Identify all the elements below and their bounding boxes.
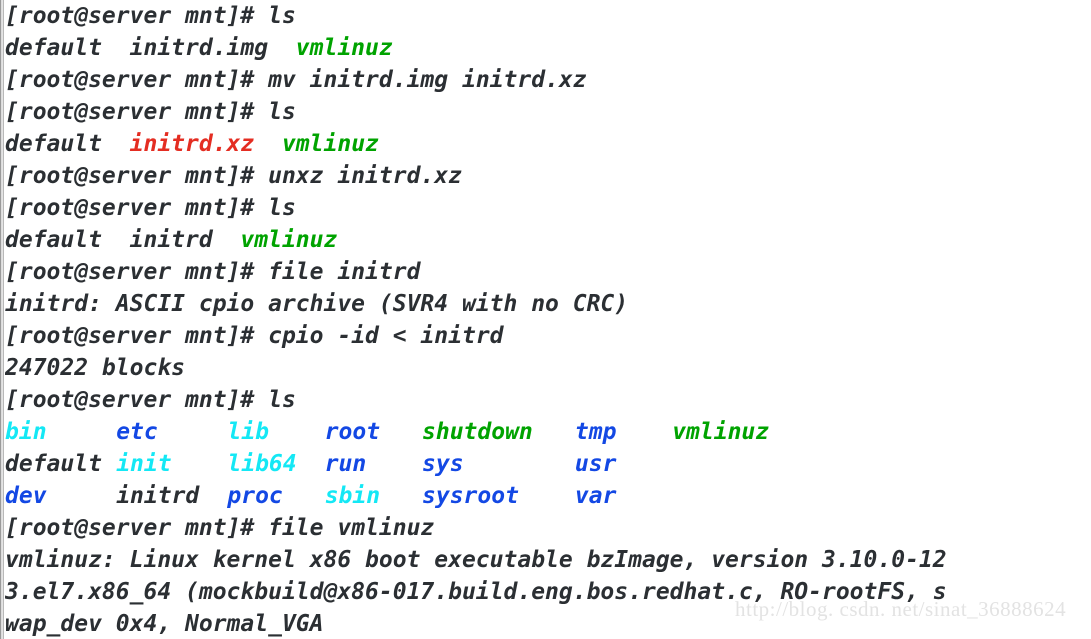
output-segment: vmlinuz: Linux kernel x86 boot executabl… bbox=[5, 547, 947, 573]
shell-command: file vmlinuz bbox=[268, 515, 435, 541]
terminal-output-line: default initrd.img vmlinuz bbox=[5, 32, 1091, 64]
terminal-output-line: default initrd.xz vmlinuz bbox=[5, 128, 1091, 160]
shell-command: ls bbox=[268, 99, 296, 125]
ls-entry-var: var bbox=[574, 483, 617, 509]
terminal-output-line: vmlinuz: Linux kernel x86 boot executabl… bbox=[5, 544, 1091, 576]
ls-entry-sbin: sbin bbox=[324, 483, 381, 509]
ls-output-row: default init lib64 run sys usr bbox=[5, 448, 1091, 480]
ls-entry-initrd: initrd bbox=[116, 483, 200, 509]
output-segment: 247022 blocks bbox=[5, 355, 186, 381]
terminal-output-line: 247022 blocks bbox=[5, 352, 1091, 384]
terminal-command-line: [root@server mnt]# file initrd bbox=[5, 256, 1091, 288]
ls-entry-tmp: tmp bbox=[574, 419, 617, 445]
ls-entry-init: init bbox=[116, 451, 172, 477]
shell-command: mv initrd.img initrd.xz bbox=[268, 67, 587, 93]
shell-command: cpio -id < initrd bbox=[268, 323, 504, 349]
terminal-output-line: initrd: ASCII cpio archive (SVR4 with no… bbox=[5, 288, 1091, 320]
ls-entry-sys: sys bbox=[422, 451, 464, 477]
terminal-scrollbar[interactable] bbox=[0, 0, 4, 639]
shell-prompt: [root@server mnt]# bbox=[5, 99, 269, 125]
shell-command: ls bbox=[268, 387, 296, 413]
watermark-text: http://blog. csdn. net/sinat_36888624 bbox=[735, 597, 1067, 621]
ls-entry-root: root bbox=[324, 419, 381, 445]
output-segment: default initrd.img bbox=[5, 35, 296, 61]
shell-prompt: [root@server mnt]# bbox=[5, 387, 269, 413]
shell-prompt: [root@server mnt]# bbox=[5, 67, 269, 93]
output-segment: vmlinuz bbox=[240, 227, 338, 253]
output-segment: wap_dev 0x4, Normal_VGA bbox=[5, 611, 324, 637]
terminal-screen[interactable]: [root@server mnt]# ls default initrd.img … bbox=[5, 0, 1091, 639]
shell-command: file initrd bbox=[268, 259, 421, 285]
shell-prompt: [root@server mnt]# bbox=[5, 515, 269, 541]
shell-command: ls bbox=[268, 195, 296, 221]
shell-prompt: [root@server mnt]# bbox=[5, 195, 269, 221]
ls-entry-lib: lib bbox=[227, 419, 269, 445]
terminal-command-line: [root@server mnt]# ls bbox=[5, 384, 1091, 416]
ls-entry-shutdown: shutdown bbox=[422, 419, 533, 445]
output-segment: default initrd bbox=[5, 227, 241, 253]
shell-command: ls bbox=[268, 3, 296, 29]
shell-prompt: [root@server mnt]# bbox=[5, 3, 269, 29]
output-segment: vmlinuz bbox=[281, 131, 379, 157]
shell-prompt: [root@server mnt]# bbox=[5, 259, 269, 285]
ls-entry-vmlinuz: vmlinuz bbox=[672, 419, 770, 445]
terminal-window[interactable]: [root@server mnt]# ls default initrd.img … bbox=[0, 0, 1091, 639]
shell-command: unxz initrd.xz bbox=[268, 163, 462, 189]
output-segment bbox=[254, 131, 282, 157]
ls-entry-sysroot: sysroot bbox=[422, 483, 519, 509]
ls-entry-usr: usr bbox=[574, 451, 617, 477]
ls-entry-dev: dev bbox=[5, 483, 47, 509]
output-segment: vmlinuz bbox=[295, 35, 393, 61]
ls-entry-run: run bbox=[324, 451, 367, 477]
ls-output-row: bin etc lib root shutdown tmp vmlinuz bbox=[5, 416, 1091, 448]
output-segment: default bbox=[5, 131, 130, 157]
terminal-command-line: [root@server mnt]# cpio -id < initrd bbox=[5, 320, 1091, 352]
terminal-command-line: [root@server mnt]# file vmlinuz bbox=[5, 512, 1091, 544]
ls-entry-bin: bin bbox=[5, 419, 47, 445]
terminal-command-line: [root@server mnt]# unxz initrd.xz bbox=[5, 160, 1091, 192]
shell-prompt: [root@server mnt]# bbox=[5, 163, 269, 189]
output-segment: initrd: ASCII cpio archive (SVR4 with no… bbox=[5, 291, 629, 317]
ls-entry-etc: etc bbox=[116, 419, 158, 445]
ls-entry-default: default bbox=[5, 451, 102, 477]
terminal-command-line: [root@server mnt]# ls bbox=[5, 96, 1091, 128]
shell-prompt: [root@server mnt]# bbox=[5, 323, 269, 349]
ls-entry-lib64: lib64 bbox=[227, 451, 297, 477]
ls-entry-proc: proc bbox=[227, 483, 283, 509]
terminal-command-line: [root@server mnt]# ls bbox=[5, 192, 1091, 224]
terminal-output-line: default initrd vmlinuz bbox=[5, 224, 1091, 256]
terminal-command-line: [root@server mnt]# ls bbox=[5, 0, 1091, 32]
terminal-command-line: [root@server mnt]# mv initrd.img initrd.… bbox=[5, 64, 1091, 96]
ls-output-row: dev initrd proc sbin sysroot var bbox=[5, 480, 1091, 512]
output-segment: initrd.xz bbox=[129, 131, 255, 157]
